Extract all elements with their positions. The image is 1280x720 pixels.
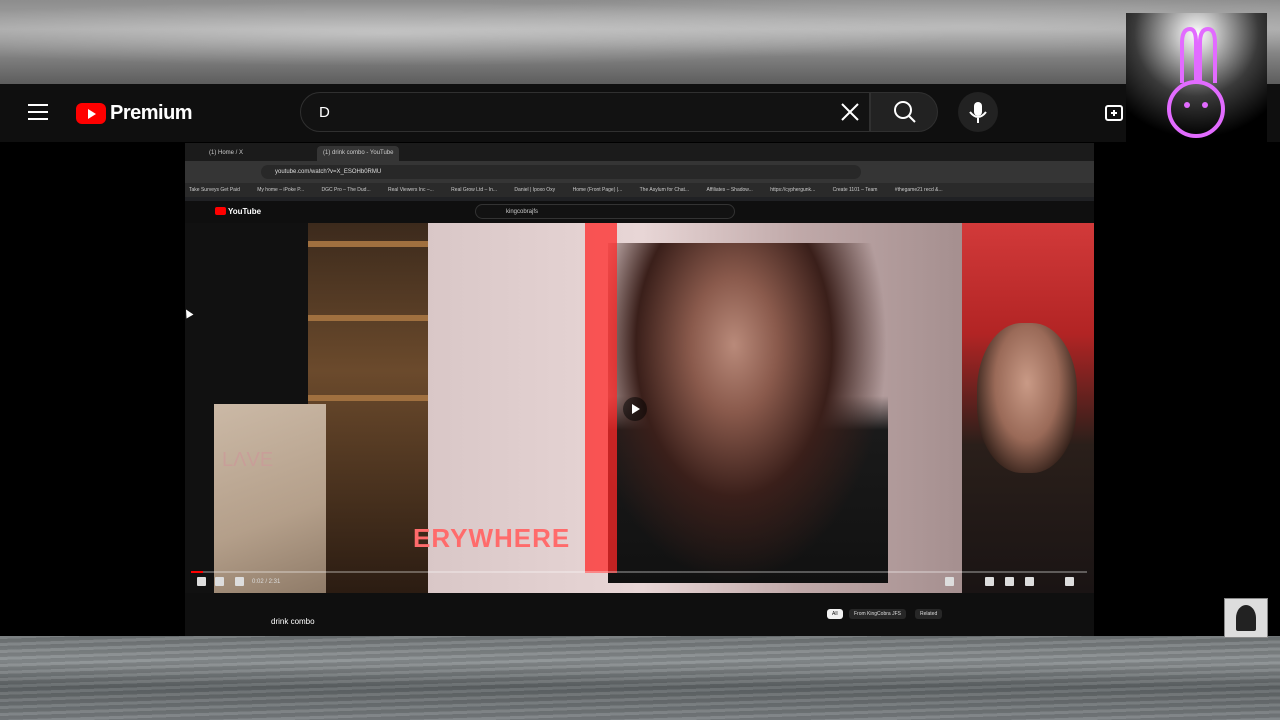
menu-icon[interactable] [28,104,48,120]
create-icon[interactable] [1104,102,1126,124]
url-bar[interactable]: youtube.com/watch?v=X_ESOHb0RMU [261,165,861,179]
play-icon[interactable] [623,397,647,421]
bookmark-item[interactable]: My home – iPoke P... [253,183,304,197]
video-red-overlay [585,223,617,573]
video-scene-shelves [308,223,428,593]
bookmark-item[interactable]: Affiliates – Shadow... [702,183,752,197]
youtube-play-icon [76,103,106,124]
youtube-header: Premium D [0,84,1280,142]
inner-search-input[interactable]: kingcobrajfs [475,204,735,219]
bookmark-item[interactable]: Real Grow Ltd – In... [447,183,497,197]
screen-capture-browser: (1) Home / X (1) drink combo - YouTube y… [185,143,1094,636]
bookmark-item[interactable]: The Asylum for Chat... [636,183,689,197]
bookmarks-bar: Take Surveys Get Paid My home – iPoke P.… [185,183,1094,197]
next-icon[interactable] [215,577,224,586]
play-button-icon[interactable] [197,577,206,586]
mic-button[interactable] [958,92,998,132]
bunny-icon [1167,26,1225,138]
browser-tab[interactable]: (1) Home / X [203,146,249,161]
bookmark-item[interactable]: Take Surveys Get Paid [185,183,240,197]
browser-toolbar: youtube.com/watch?v=X_ESOHb0RMU [185,161,1094,183]
clear-icon[interactable] [839,101,861,123]
inner-youtube-logo[interactable]: YouTube [215,207,261,216]
progress-bar[interactable] [191,571,1087,573]
chip-from-channel[interactable]: From KingCobra JFS [849,609,906,619]
video-title: drink combo [271,617,315,626]
video-shirt-text: ERYWHERE [413,523,571,553]
progress-fill [191,571,203,573]
search-value: D [319,104,330,121]
video-player[interactable]: ERYWHERE LΛVE [185,223,1094,593]
time-display: 0:02 / 2:31 [252,579,281,585]
video-pip: LΛVE [214,404,326,593]
chip-related[interactable]: Related [915,609,943,619]
background-sky [0,0,1280,84]
logo-text: Premium [110,102,193,124]
below-video: drink combo All From KingCobra JFS Relat… [185,593,1094,636]
video-person [608,243,888,583]
inner-youtube-header: YouTube kingcobrajfs [185,201,1094,223]
miniplayer-icon[interactable] [1005,577,1014,586]
volume-icon[interactable] [235,577,244,586]
streamer-avatar [1224,598,1268,638]
browser-tabstrip: (1) Home / X (1) drink combo - YouTube [185,143,1094,161]
youtube-logo[interactable]: Premium [76,102,193,125]
bookmark-item[interactable]: Daniel | Ipoxo Oxy [510,183,555,197]
player-controls: 0:02 / 2:31 [185,571,1094,593]
streamer-logo [1126,13,1267,153]
chip-all[interactable]: All [827,609,843,619]
background-water [0,636,1280,720]
video-scene-right [962,223,1094,593]
bookmark-item[interactable]: DGC Pro – The Dud... [318,183,371,197]
captions-icon[interactable] [945,577,954,586]
bookmark-item[interactable]: #thegame21 recd &... [891,183,943,197]
mic-icon [969,102,987,123]
bookmark-item[interactable]: https://cyphergunk... [766,183,815,197]
theater-icon[interactable] [1025,577,1034,586]
video-face [977,323,1077,473]
search-button[interactable] [870,92,938,132]
bookmark-item[interactable]: Real Viewers Inc –... [384,183,434,197]
pip-text: LΛVE [222,449,274,471]
browser-tab-active[interactable]: (1) drink combo - YouTube [317,146,400,161]
settings-icon[interactable] [985,577,994,586]
search-input[interactable]: D [300,92,870,132]
bookmark-item[interactable]: Create 1101 – Team [829,183,878,197]
fullscreen-icon[interactable] [1065,577,1074,586]
bookmark-item[interactable]: Home (Front Page) |... [569,183,623,197]
search-icon [894,101,916,123]
